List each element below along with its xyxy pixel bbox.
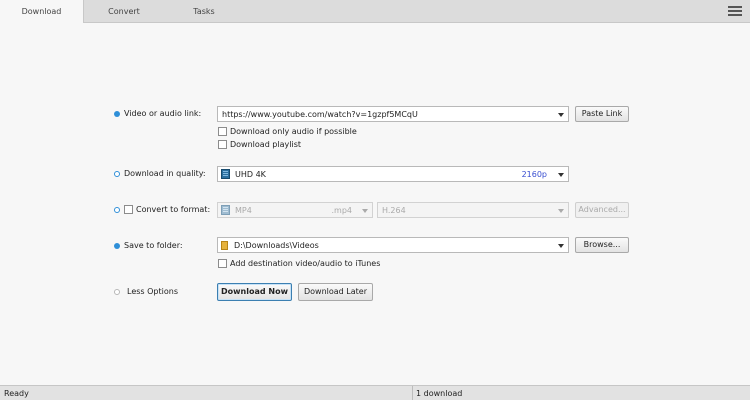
convert-label: Convert to format: <box>136 205 211 214</box>
advanced-button[interactable]: Advanced... <box>575 202 629 218</box>
codec-value: H.264 <box>382 206 406 215</box>
less-options-icon[interactable] <box>114 289 120 295</box>
paste-link-button[interactable]: Paste Link <box>575 106 629 122</box>
folder-label: Save to folder: <box>124 241 183 250</box>
quality-value: UHD 4K <box>235 170 266 179</box>
quality-dropdown-icon[interactable] <box>558 173 564 177</box>
link-radio[interactable] <box>114 111 120 117</box>
less-options-link[interactable]: Less Options <box>127 287 178 296</box>
tab-download[interactable]: Download <box>0 0 84 23</box>
quality-resolution: 2160p <box>521 170 547 179</box>
playlist-checkbox[interactable] <box>218 140 227 149</box>
status-text: Ready <box>4 389 29 398</box>
format-dropdown-icon[interactable] <box>362 209 368 213</box>
video-file-icon <box>221 205 230 215</box>
playlist-label: Download playlist <box>230 140 301 149</box>
audio-only-label: Download only audio if possible <box>230 127 357 136</box>
hamburger-menu-icon[interactable] <box>728 6 742 17</box>
format-name: MP4 <box>235 206 252 215</box>
audio-only-checkbox[interactable] <box>218 127 227 136</box>
download-later-button[interactable]: Download Later <box>298 283 373 301</box>
folder-radio[interactable] <box>114 243 120 249</box>
tab-bar: Download Convert Tasks <box>0 0 750 23</box>
status-bar: Ready 1 download <box>0 385 750 400</box>
folder-dropdown-icon[interactable] <box>558 244 564 248</box>
codec-select[interactable]: H.264 <box>377 202 569 218</box>
convert-checkbox[interactable] <box>124 205 133 214</box>
link-input[interactable]: https://www.youtube.com/watch?v=1gzpf5MC… <box>217 106 569 122</box>
browse-button[interactable]: Browse... <box>575 237 629 253</box>
itunes-checkbox[interactable] <box>218 259 227 268</box>
folder-icon <box>221 241 228 250</box>
quality-radio[interactable] <box>114 171 120 177</box>
tab-convert[interactable]: Convert <box>84 0 164 23</box>
status-divider <box>412 386 413 400</box>
link-dropdown-icon[interactable] <box>558 113 564 117</box>
link-input-value: https://www.youtube.com/watch?v=1gzpf5MC… <box>222 110 418 119</box>
video-file-icon <box>221 169 230 179</box>
quality-label: Download in quality: <box>124 169 206 178</box>
download-count: 1 download <box>416 389 463 398</box>
convert-radio[interactable] <box>114 207 120 213</box>
tab-tasks[interactable]: Tasks <box>164 0 244 23</box>
format-extension: .mp4 <box>331 206 352 215</box>
folder-select[interactable]: D:\Downloads\Videos <box>217 237 569 253</box>
folder-path: D:\Downloads\Videos <box>234 241 319 250</box>
quality-select[interactable]: UHD 4K 2160p <box>217 166 569 182</box>
link-label: Video or audio link: <box>124 109 202 118</box>
codec-dropdown-icon[interactable] <box>558 209 564 213</box>
itunes-label: Add destination video/audio to iTunes <box>230 259 381 268</box>
download-now-button[interactable]: Download Now <box>217 283 292 301</box>
format-select[interactable]: MP4 .mp4 <box>217 202 373 218</box>
